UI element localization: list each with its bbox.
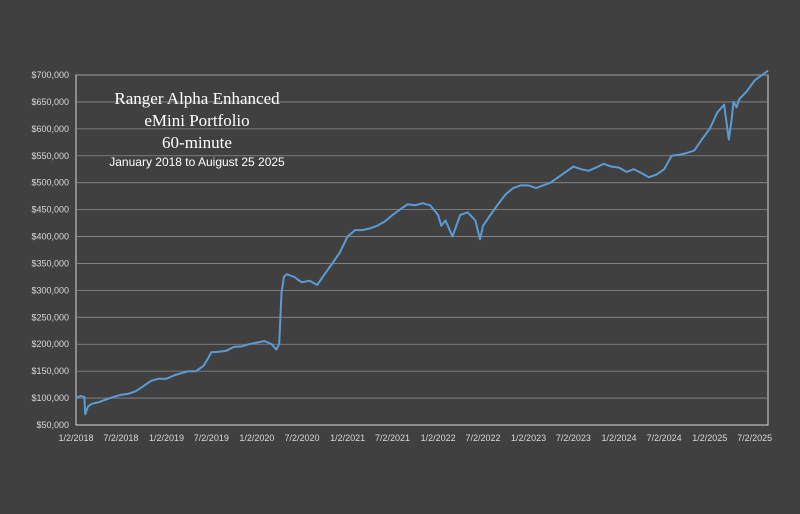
y-tick-label: $500,000 — [31, 178, 69, 188]
y-tick-label: $50,000 — [36, 420, 69, 430]
y-tick-label: $250,000 — [31, 312, 69, 322]
x-tick-label: 7/2/2021 — [375, 433, 410, 443]
x-tick-label: 1/2/2021 — [330, 433, 365, 443]
y-tick-label: $400,000 — [31, 232, 69, 242]
chart-title-line-3: 60-minute — [162, 133, 232, 152]
y-tick-label: $450,000 — [31, 205, 69, 215]
y-tick-label: $300,000 — [31, 285, 69, 295]
x-tick-label: 1/2/2025 — [692, 433, 727, 443]
x-tick-label: 1/2/2018 — [58, 433, 93, 443]
y-tick-label: $100,000 — [31, 393, 69, 403]
y-tick-label: $600,000 — [31, 124, 69, 134]
chart-title-block: Ranger Alpha Enhanced eMini Portfolio 60… — [92, 88, 302, 170]
x-tick-label: 7/2/2023 — [556, 433, 591, 443]
x-tick-label: 1/2/2020 — [239, 433, 274, 443]
y-tick-label: $350,000 — [31, 258, 69, 268]
y-tick-label: $650,000 — [31, 97, 69, 107]
x-tick-label: 7/2/2018 — [103, 433, 138, 443]
chart-title-line-2: eMini Portfolio — [144, 111, 250, 130]
chart-subtitle: January 2018 to Auigust 25 2025 — [109, 155, 285, 169]
x-tick-label: 7/2/2025 — [737, 433, 772, 443]
x-axis-ticks: 1/2/2018 7/2/2018 1/2/2019 7/2/2019 1/2/2020… — [58, 433, 772, 443]
y-tick-label: $700,000 — [31, 70, 69, 80]
y-tick-label: $200,000 — [31, 339, 69, 349]
y-tick-label: $150,000 — [31, 366, 69, 376]
x-tick-label: 1/2/2024 — [602, 433, 637, 443]
x-tick-label: 7/2/2024 — [647, 433, 682, 443]
x-tick-label: 7/2/2022 — [465, 433, 500, 443]
y-axis-ticks: $50,000 $100,000 $150,000 $200,000 $250,000 $… — [31, 70, 69, 430]
chart-title-line-1: Ranger Alpha Enhanced — [114, 89, 280, 108]
x-tick-label: 1/2/2022 — [421, 433, 456, 443]
x-tick-label: 1/2/2019 — [149, 433, 184, 443]
x-tick-label: 7/2/2020 — [285, 433, 320, 443]
x-tick-label: 1/2/2023 — [511, 433, 546, 443]
equity-chart: $50,000 $100,000 $150,000 $200,000 $250,000 $… — [31, 69, 772, 443]
y-tick-label: $550,000 — [31, 151, 69, 161]
x-tick-label: 7/2/2019 — [194, 433, 229, 443]
